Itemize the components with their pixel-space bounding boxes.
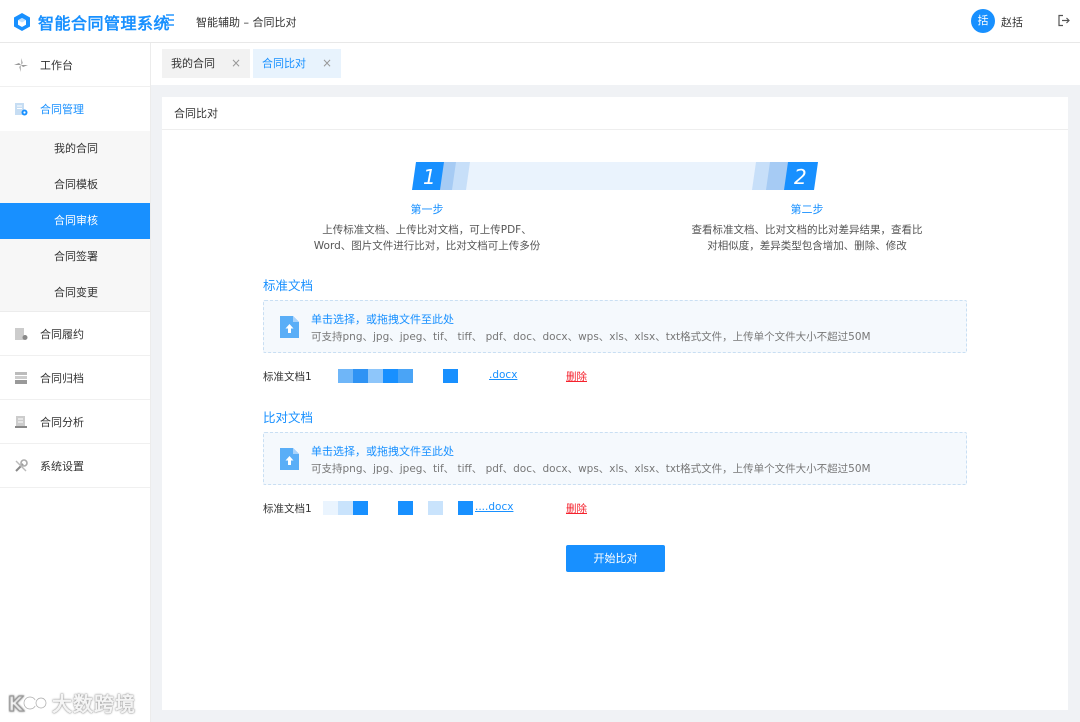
step1-title: 第一步 — [410, 203, 444, 216]
submenu-item-contract-review[interactable]: 合同审核 — [0, 203, 150, 239]
step-progress-bar: 1 2 — [412, 162, 818, 190]
submenu-item-my-contract[interactable]: 我的合同 — [0, 131, 150, 167]
svg-text:K: K — [8, 692, 25, 716]
sidebar-item-workbench[interactable]: 工作台 — [0, 43, 150, 87]
menu-collapse-icon[interactable] — [161, 13, 175, 27]
step2-title: 第二步 — [790, 203, 824, 216]
step2-desc-line2: 对相似度，差异类型包含增加、删除、修改 — [707, 240, 907, 252]
sidebar: 工作台 合同管理 我的合同 合同模板 合同审核 合同签署 合同变更 合同履约 合… — [0, 43, 151, 722]
step1-number: 1 — [423, 165, 436, 189]
sidebar-item-label: 系统设置 — [40, 459, 84, 473]
close-icon[interactable]: × — [322, 49, 332, 78]
sidebar-item-label: 合同管理 — [40, 103, 84, 116]
sidebar-item-label: 合同分析 — [40, 415, 84, 429]
step2-number: 2 — [794, 165, 807, 189]
delete-link[interactable]: 删除 — [566, 369, 587, 384]
user-name[interactable]: 赵括 — [1001, 14, 1023, 30]
watermark-logo-icon: K — [8, 691, 48, 716]
tab-label: 我的合同 — [171, 57, 215, 70]
submenu-item-contract-change[interactable]: 合同变更 — [0, 275, 150, 311]
delete-link[interactable]: 删除 — [566, 501, 587, 516]
avatar[interactable]: 括 — [971, 9, 995, 33]
upload-hint: 可支持png、jpg、jpeg、tif、 tiff、 pdf、doc、docx、… — [311, 463, 871, 475]
upload-title: 单击选择，或拖拽文件至此处 — [311, 313, 454, 326]
step2-desc-line1: 查看标准文档、比对文档的比对差异结果，查看比 — [691, 224, 923, 236]
watermark-text: 大数跨境 — [52, 692, 136, 716]
tab-my-contract[interactable]: 我的合同 × — [162, 49, 251, 78]
card-title: 合同比对 — [162, 97, 1068, 130]
standard-file-row: 标准文档1 .docx 删除 — [263, 368, 683, 384]
tab-bar: 我的合同 × 合同比对 × — [151, 43, 1080, 85]
archive-icon — [15, 371, 27, 384]
compare-upload-dropzone[interactable]: 单击选择，或拖拽文件至此处 可支持png、jpg、jpeg、tif、 tiff、… — [263, 432, 967, 485]
sidebar-item-contract-manage[interactable]: 合同管理 — [0, 87, 150, 131]
watermark: K 大数跨境 — [8, 688, 136, 717]
file-link[interactable]: .docx — [489, 369, 517, 381]
compare-doc-title: 比对文档 — [263, 410, 314, 425]
analysis-icon — [15, 415, 27, 428]
app-logo[interactable]: 智能合同管理系统 — [12, 10, 170, 34]
logout-icon[interactable] — [1057, 14, 1070, 27]
settings-icon — [15, 458, 28, 472]
tab-label: 合同比对 — [262, 57, 306, 70]
step2-desc: 查看标准文档、比对文档的比对差异结果，查看比 对相似度，差异类型包含增加、删除、… — [682, 222, 932, 254]
sidebar-item-archive[interactable]: 合同归档 — [0, 356, 150, 400]
sidebar-item-label: 合同归档 — [40, 371, 84, 385]
start-compare-button[interactable]: 开始比对 — [566, 545, 665, 572]
submenu-item-contract-sign[interactable]: 合同签署 — [0, 239, 150, 275]
step1-desc-line2: Word、图片文件进行比对，比对文档可上传多份 — [313, 240, 541, 252]
sidebar-item-fulfillment[interactable]: 合同履约 — [0, 312, 150, 356]
sidebar-item-settings[interactable]: 系统设置 — [0, 444, 150, 488]
submenu-item-contract-template[interactable]: 合同模板 — [0, 167, 150, 203]
tab-contract-compare[interactable]: 合同比对 × — [253, 49, 342, 78]
sidebar-item-label: 合同履约 — [40, 327, 84, 341]
compare-card: 合同比对 1 2 第一步 上传标准文档、上传比对文档，可上传PDF、 Word、… — [162, 97, 1068, 710]
fulfillment-icon — [15, 327, 28, 340]
close-icon[interactable]: × — [231, 49, 241, 78]
upload-title: 单击选择，或拖拽文件至此处 — [311, 445, 454, 458]
compare-file-row: 标准文档1 ....docx 删除 — [263, 500, 683, 516]
step1-desc: 上传标准文档、上传比对文档，可上传PDF、 Word、图片文件进行比对，比对文档… — [302, 222, 552, 254]
steps: 1 2 第一步 上传标准文档、上传比对文档，可上传PDF、 Word、图片文件进… — [162, 157, 1068, 257]
standard-doc-title: 标准文档 — [263, 278, 314, 293]
contract-submenu: 我的合同 合同模板 合同审核 合同签署 合同变更 — [0, 131, 150, 312]
redacted-filename — [338, 369, 458, 383]
contract-manage-icon — [15, 103, 28, 116]
upload-file-icon — [280, 316, 299, 338]
file-link[interactable]: ....docx — [475, 501, 513, 513]
workbench-icon — [14, 57, 28, 72]
sidebar-item-analysis[interactable]: 合同分析 — [0, 400, 150, 444]
top-header: 智能合同管理系统 智能辅助 – 合同比对 括 赵括 — [0, 0, 1080, 43]
app-title: 智能合同管理系统 — [38, 14, 171, 33]
step1-desc-line1: 上传标准文档、上传比对文档，可上传PDF、 — [322, 224, 532, 236]
file-label: 标准文档1 — [263, 503, 312, 515]
file-label: 标准文档1 — [263, 371, 312, 383]
sidebar-item-label: 工作台 — [40, 58, 73, 72]
upload-file-icon — [280, 448, 299, 470]
cube-logo-icon — [14, 13, 30, 31]
upload-hint: 可支持png、jpg、jpeg、tif、 tiff、 pdf、doc、docx、… — [311, 331, 871, 343]
breadcrumb: 智能辅助 – 合同比对 — [196, 16, 297, 29]
standard-upload-dropzone[interactable]: 单击选择，或拖拽文件至此处 可支持png、jpg、jpeg、tif、 tiff、… — [263, 300, 967, 353]
